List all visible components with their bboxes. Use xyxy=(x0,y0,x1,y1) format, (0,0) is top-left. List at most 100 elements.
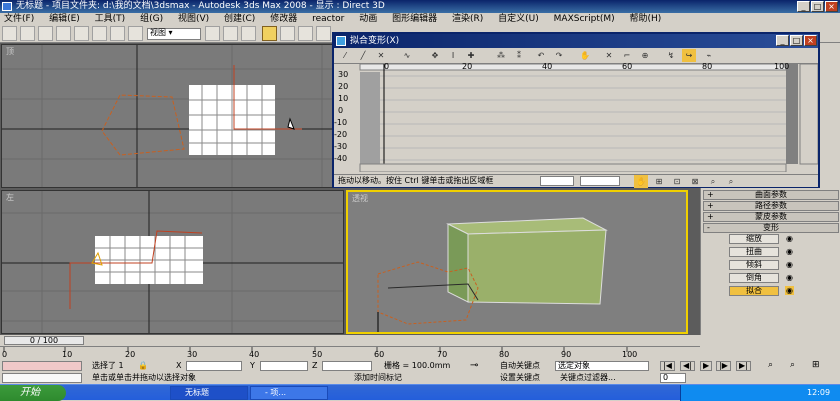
rotate-icon[interactable] xyxy=(92,26,107,41)
menu-reactor[interactable]: reactor xyxy=(312,14,344,24)
fit-minimize-button[interactable]: _ xyxy=(776,35,789,46)
fit-close-button[interactable]: × xyxy=(804,35,817,46)
play-button[interactable]: ▶ xyxy=(700,361,713,371)
menu-file[interactable]: 文件(F) xyxy=(4,14,34,24)
zoom-h-icon[interactable]: ⊡ xyxy=(670,175,684,188)
task-project[interactable]: - 项... xyxy=(250,386,328,400)
deform-bevel-button[interactable]: 倒角 xyxy=(729,273,779,283)
display-y-axis-icon[interactable]: ✕ xyxy=(374,49,388,62)
select-region-icon[interactable] xyxy=(2,26,17,41)
delete-curve-icon[interactable]: ↶ xyxy=(534,49,548,62)
swap-deform-curves-icon[interactable]: ∿ xyxy=(400,49,414,62)
reference-coord-dropdown[interactable]: 视图 ▾ xyxy=(147,28,201,40)
angle-snap-icon[interactable] xyxy=(280,26,295,41)
lock-selection-icon[interactable]: 🔒 xyxy=(138,361,148,370)
add-time-tag-button[interactable]: 添加时间标记 xyxy=(354,373,402,383)
deform-fit-button[interactable]: 拟合 xyxy=(729,286,779,296)
keyboard-shortcut-icon[interactable] xyxy=(241,26,256,41)
fit-y-field[interactable] xyxy=(580,176,620,186)
zoom-icon[interactable]: ⌕ xyxy=(706,175,720,188)
track-bar[interactable]: 0 10 20 30 40 50 60 70 80 90 100 xyxy=(0,346,700,360)
mirror-vertical-icon[interactable]: ⌐ xyxy=(620,49,634,62)
time-slider-thumb[interactable]: 0 / 100 xyxy=(4,336,84,345)
rollout-deformations[interactable]: - 变形 xyxy=(703,223,839,233)
rollout-surface-params[interactable]: + 曲面参数 xyxy=(703,190,839,200)
key-icon[interactable]: ⊸ xyxy=(470,360,478,371)
bulb-icon[interactable]: ◉ xyxy=(785,286,794,295)
bulb-icon[interactable]: ◉ xyxy=(785,234,794,243)
start-button[interactable]: 开始 xyxy=(0,385,66,401)
hand-icon[interactable]: ✋ xyxy=(578,49,592,62)
selection-set-dropdown[interactable]: 选定对象 xyxy=(555,361,649,371)
insert-point-icon[interactable]: ✚ xyxy=(464,49,478,62)
zoom-extents-icon[interactable]: ⊞ xyxy=(652,175,666,188)
menu-maxscript[interactable]: MAXScript(M) xyxy=(554,14,615,24)
select-icon[interactable] xyxy=(20,26,35,41)
get-shape-icon-2[interactable]: ⌁ xyxy=(702,49,716,62)
get-shape-icon[interactable]: ↷ xyxy=(552,49,566,62)
menu-rendering[interactable]: 渲染(R) xyxy=(452,14,483,24)
viewport-left[interactable]: 左 xyxy=(1,190,344,334)
task-untitled[interactable]: 无标题 xyxy=(170,386,248,400)
lock-aspect-icon[interactable]: ↯ xyxy=(664,49,678,62)
spinner-snap-icon[interactable] xyxy=(316,26,331,41)
menu-group[interactable]: 组(G) xyxy=(140,14,163,24)
menu-edit[interactable]: 编辑(E) xyxy=(49,14,80,24)
menu-view[interactable]: 视图(V) xyxy=(178,14,209,24)
delete-control-point-icon[interactable]: ⁂ xyxy=(494,49,508,62)
x-coordinate-field[interactable] xyxy=(186,361,242,371)
prev-frame-button[interactable]: ◀| xyxy=(680,361,695,371)
make-symmetrical-icon[interactable]: ⁄ xyxy=(338,49,352,62)
set-key-button[interactable]: 设置关键点 xyxy=(500,373,540,383)
move-icon[interactable] xyxy=(74,26,89,41)
percent-snap-icon[interactable] xyxy=(298,26,313,41)
rotate-90-icon[interactable]: ⊕ xyxy=(638,49,652,62)
deform-teeter-button[interactable]: 倾斜 xyxy=(729,260,779,270)
fit-x-field[interactable] xyxy=(540,176,574,186)
deform-twist-button[interactable]: 扭曲 xyxy=(729,247,779,257)
viewport-perspective[interactable]: 透视 xyxy=(346,190,688,334)
rollout-path-params[interactable]: + 路径参数 xyxy=(703,201,839,211)
auto-key-button[interactable]: 自动关键点 xyxy=(500,361,540,371)
select-by-name-icon[interactable] xyxy=(38,26,53,41)
snap-icon[interactable] xyxy=(262,26,277,41)
menu-modifiers[interactable]: 修改器 xyxy=(270,14,297,24)
close-button[interactable]: × xyxy=(825,1,838,12)
scale-control-point-icon[interactable]: I xyxy=(446,49,460,62)
viewport-top[interactable]: 顶 xyxy=(1,44,344,188)
menu-animation[interactable]: 动画 xyxy=(359,14,377,24)
goto-end-button[interactable]: ▶| xyxy=(736,361,751,371)
pivot-icon[interactable] xyxy=(205,26,220,41)
current-frame-field[interactable]: 0 xyxy=(660,373,686,383)
bulb-icon[interactable]: ◉ xyxy=(785,260,794,269)
y-coordinate-field[interactable] xyxy=(260,361,308,371)
zoom-v-icon[interactable]: ⊠ xyxy=(688,175,702,188)
bulb-icon[interactable]: ◉ xyxy=(785,247,794,256)
goto-start-button[interactable]: |◀ xyxy=(660,361,675,371)
menu-customize[interactable]: 自定义(U) xyxy=(498,14,539,24)
next-frame-button[interactable]: |▶ xyxy=(716,361,731,371)
zoom-icon[interactable]: ⌕ xyxy=(768,360,773,370)
display-x-axis-icon[interactable]: ╱ xyxy=(356,49,370,62)
maximize-button[interactable]: □ xyxy=(811,1,824,12)
bulb-icon[interactable]: ◉ xyxy=(785,273,794,282)
z-coordinate-field[interactable] xyxy=(322,361,372,371)
minimize-button[interactable]: _ xyxy=(797,1,810,12)
zoom-extents-icon[interactable]: ⊞ xyxy=(812,360,820,370)
mirror-horizontal-icon[interactable]: ✕ xyxy=(602,49,616,62)
menu-create[interactable]: 创建(C) xyxy=(224,14,255,24)
window-crossing-icon[interactable] xyxy=(56,26,71,41)
maxscript-listener[interactable] xyxy=(2,361,82,371)
zoom-region-icon[interactable]: ⌕ xyxy=(724,175,738,188)
menu-help[interactable]: 帮助(H) xyxy=(630,14,662,24)
select-manipulate-icon[interactable] xyxy=(128,26,143,41)
rollout-skin-params[interactable]: + 蒙皮参数 xyxy=(703,212,839,222)
scale-icon[interactable] xyxy=(110,26,125,41)
pan-icon[interactable]: ✋ xyxy=(634,175,648,188)
menu-tools[interactable]: 工具(T) xyxy=(95,14,126,24)
generate-path-icon[interactable]: ↪ xyxy=(682,49,696,62)
reset-curve-icon[interactable]: ⁑ xyxy=(512,49,526,62)
manipulate-icon[interactable] xyxy=(223,26,238,41)
key-filters-button[interactable]: 关键点过滤器... xyxy=(560,373,616,383)
deformation-graph[interactable]: 0 20 40 60 80 100 30 20 10 0 -10 -20 -30… xyxy=(334,62,819,173)
